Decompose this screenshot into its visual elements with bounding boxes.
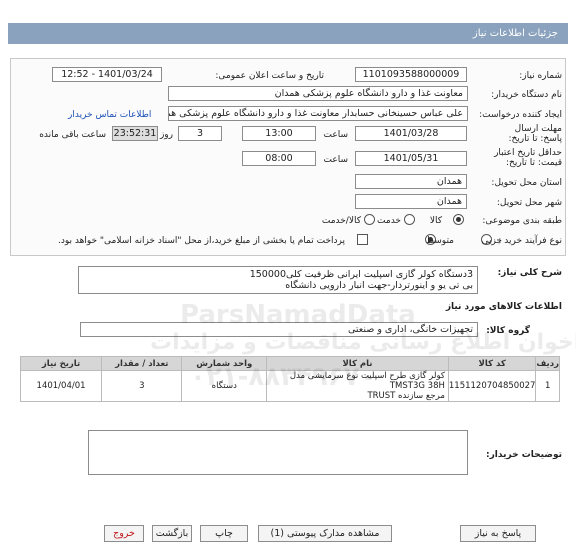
group-label: گروه کالا: <box>486 326 530 336</box>
deadline-date-field: 1401/03/28 <box>355 126 467 141</box>
table-header-row: ردیف کد کالا نام کالا واحد شمارش تعداد /… <box>19 356 560 371</box>
category-label: طبقه بندی موضوعی: <box>482 216 562 226</box>
category-radio-service[interactable] <box>404 214 415 225</box>
buyer-notes-label: توضیحات خریدار: <box>486 450 562 460</box>
cell-date: 1401/04/01 <box>19 370 103 402</box>
description-line-2: بی تی یو و اینورتردار-جهت انبار دارویی د… <box>285 280 473 291</box>
cell-name-line-2: مرجع سازنده TRUST <box>367 391 445 401</box>
goods-section-title: اطلاعات کالاهای مورد نیاز <box>445 302 562 312</box>
cell-name: کولر گازی طرح اسپلیت نوع سرمایشی مدل TMS… <box>266 370 449 402</box>
validity-time-label: ساعت <box>323 155 349 165</box>
col-header-date: تاریخ نیاز <box>19 356 103 371</box>
buyer-field: معاونت غذا و دارو دانشگاه علوم پزشکی همد… <box>168 86 468 101</box>
category-option-goods-service: کالا/خدمت <box>321 216 361 226</box>
col-header-code: کد کالا <box>447 356 537 371</box>
city-field: همدان <box>355 194 467 209</box>
payment-text: پرداخت تمام یا بخشی از مبلغ خرید،از محل … <box>57 236 345 246</box>
city-label: شهر محل تحویل: <box>496 198 562 208</box>
print-button[interactable]: چاپ <box>200 525 248 542</box>
deadline-time-field: 13:00 <box>242 126 316 141</box>
description-label: شرح کلی نیاز: <box>497 268 562 278</box>
validity-time-field: 08:00 <box>242 151 316 166</box>
need-number-field: 1101093588000009 <box>355 67 467 82</box>
cell-row: 1 <box>535 370 560 402</box>
remaining-label: ساعت باقی مانده <box>39 130 106 140</box>
process-option-medium: متوسط <box>425 236 454 246</box>
items-table: ردیف کد کالا نام کالا واحد شمارش تعداد /… <box>19 356 560 402</box>
cell-code: 1151120704850027 <box>447 370 537 402</box>
page-title: جزئیات اطلاعات نیاز <box>472 28 558 39</box>
deadline-label: مهلت ارسال پاسخ: تا تاریخ: <box>508 124 562 144</box>
exit-button[interactable]: خروج <box>104 525 144 542</box>
cell-name-line-1: کولر گازی طرح اسپلیت نوع سرمایشی مدل TMS… <box>289 371 445 391</box>
buyer-label: نام دستگاه خریدار: <box>491 90 562 100</box>
cell-unit: دستگاه <box>181 370 268 402</box>
category-option-goods: کالا <box>429 216 442 226</box>
col-header-unit: واحد شمارش <box>181 356 268 371</box>
deadline-time-label: ساعت <box>323 130 349 140</box>
province-label: استان محل تحویل: <box>491 178 562 188</box>
days-field: 3 <box>178 126 222 141</box>
creator-label: ایجاد کننده درخواست: <box>479 110 562 120</box>
announce-field: 1401/03/24 - 12:52 <box>52 67 162 82</box>
back-button[interactable]: بازگشت <box>152 525 192 542</box>
buyer-notes-field <box>88 430 468 475</box>
creator-field: علی عباس حسینخانی حسابدار معاونت غذا و د… <box>168 106 468 121</box>
process-label: نوع فرآیند خرید : <box>498 236 562 246</box>
table-row: 1 1151120704850027 کولر گازی طرح اسپلیت … <box>19 370 560 402</box>
reply-button[interactable]: پاسخ به نیاز <box>460 525 536 542</box>
description-field: 3دستگاه کولر گازی اسپلیت ایرانی ظرفیت کل… <box>78 266 478 294</box>
process-option-minor: جزیی <box>481 236 502 246</box>
page-header: جزئیات اطلاعات نیاز <box>8 23 568 44</box>
validity-label: حداقل تاریخ اعتبار قیمت: تا تاریخ: <box>494 148 562 168</box>
province-field: همدان <box>355 174 467 189</box>
cell-qty: 3 <box>101 370 183 402</box>
category-option-service: خدمت <box>377 216 401 226</box>
category-radio-goods[interactable] <box>453 214 464 225</box>
description-line-1: 3دستگاه کولر گازی اسپلیت ایرانی ظرفیت کل… <box>249 269 473 280</box>
group-field: تجهیزات خانگی، اداری و صنعتی <box>80 322 478 337</box>
validity-date-field: 1401/05/31 <box>355 151 467 166</box>
payment-treasury-checkbox[interactable] <box>357 234 368 245</box>
buyer-contact-link[interactable]: اطلاعات تماس خریدار <box>68 110 151 120</box>
need-number-label: شماره نیاز: <box>519 71 562 81</box>
category-radio-goods-service[interactable] <box>364 214 375 225</box>
col-header-row: ردیف <box>535 356 560 371</box>
announce-label: تاریخ و ساعت اعلان عمومی: <box>215 71 324 81</box>
col-header-qty: تعداد / مقدار <box>101 356 183 371</box>
remaining-time-field: 23:52:31 <box>112 126 158 141</box>
col-header-name: نام کالا <box>266 356 449 371</box>
view-attachments-button[interactable]: مشاهده مدارک پیوستی (1) <box>258 525 392 542</box>
